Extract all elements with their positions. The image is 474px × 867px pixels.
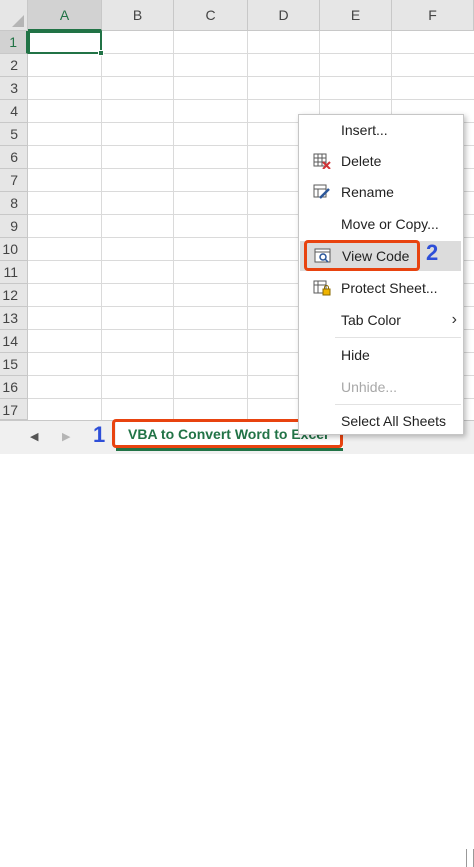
row-header-8[interactable]: 8 <box>0 192 28 215</box>
menu-item-label: Hide <box>341 347 370 363</box>
row-header-17[interactable]: 17 <box>0 399 28 420</box>
row-header-2[interactable]: 2 <box>0 54 28 77</box>
row-header-11[interactable]: 11 <box>0 261 28 284</box>
column-header-f[interactable]: F <box>392 0 474 31</box>
menu-item-label: Protect Sheet... <box>341 280 438 296</box>
menu-item-hide[interactable]: Hide <box>299 340 463 370</box>
gridline-vertical <box>247 31 248 420</box>
row-header-7[interactable]: 7 <box>0 169 28 192</box>
menu-item-insert[interactable]: Insert... <box>299 115 463 145</box>
menu-item-label: Tab Color <box>341 312 401 328</box>
row-header-13[interactable]: 13 <box>0 307 28 330</box>
select-all-corner[interactable] <box>0 0 28 31</box>
row-header-1[interactable]: 1 <box>0 31 28 54</box>
column-header-b[interactable]: B <box>102 0 174 31</box>
fill-handle[interactable] <box>98 50 104 56</box>
select-all-triangle <box>12 15 24 27</box>
row-header-4[interactable]: 4 <box>0 100 28 123</box>
menu-item-label: Select All Sheets <box>341 413 447 429</box>
row-header-6[interactable]: 6 <box>0 146 28 169</box>
menu-item-label: Move or Copy... <box>341 216 439 232</box>
row-header-3[interactable]: 3 <box>0 77 28 100</box>
row-header-9[interactable]: 9 <box>0 215 28 238</box>
previous-sheet-arrow-icon[interactable]: ◀ <box>30 430 38 443</box>
step-2-number: 2 <box>426 240 439 265</box>
menu-item-tab-color[interactable]: Tab Color › <box>299 305 463 335</box>
active-cell-a1[interactable] <box>28 31 102 54</box>
scroll-splitter-handle[interactable] <box>466 849 474 867</box>
gridline-horizontal <box>28 99 474 100</box>
column-header-d[interactable]: D <box>248 0 320 31</box>
menu-item-protect-sheet[interactable]: Protect Sheet... <box>299 273 463 303</box>
row-header-15[interactable]: 15 <box>0 353 28 376</box>
sheet-context-menu: Insert... Delete Rename Move or Copy... <box>298 114 464 435</box>
menu-separator <box>335 404 461 405</box>
menu-item-label: Delete <box>341 153 382 169</box>
view-code-highlight-box <box>304 240 420 271</box>
menu-item-move-or-copy[interactable]: Move or Copy... <box>299 209 463 239</box>
menu-item-delete[interactable]: Delete <box>299 146 463 176</box>
submenu-chevron-icon: › <box>451 311 457 328</box>
menu-item-label: Rename <box>341 184 394 200</box>
menu-item-select-all-sheets[interactable]: Select All Sheets <box>299 406 463 436</box>
row-header-14[interactable]: 14 <box>0 330 28 353</box>
column-header-e[interactable]: E <box>320 0 392 31</box>
row-header-16[interactable]: 16 <box>0 376 28 399</box>
gridline-vertical <box>173 31 174 420</box>
menu-separator <box>335 337 461 338</box>
protect-sheet-icon <box>313 280 331 296</box>
gridline-vertical <box>101 31 102 420</box>
menu-item-label: Unhide... <box>341 379 398 395</box>
step-1-number: 1 <box>93 422 106 447</box>
row-header-5[interactable]: 5 <box>0 123 28 146</box>
menu-item-label: Insert... <box>341 122 388 138</box>
column-header-a[interactable]: A <box>28 0 102 31</box>
menu-item-unhide: Unhide... <box>299 372 463 402</box>
rename-sheet-icon <box>313 184 330 199</box>
row-header-12[interactable]: 12 <box>0 284 28 307</box>
menu-item-rename[interactable]: Rename <box>299 177 463 207</box>
gridline-horizontal <box>28 76 474 77</box>
delete-sheet-icon <box>313 153 331 169</box>
next-sheet-arrow-icon[interactable]: ▶ <box>62 430 70 443</box>
row-header-10[interactable]: 10 <box>0 238 28 261</box>
column-header-c[interactable]: C <box>174 0 248 31</box>
